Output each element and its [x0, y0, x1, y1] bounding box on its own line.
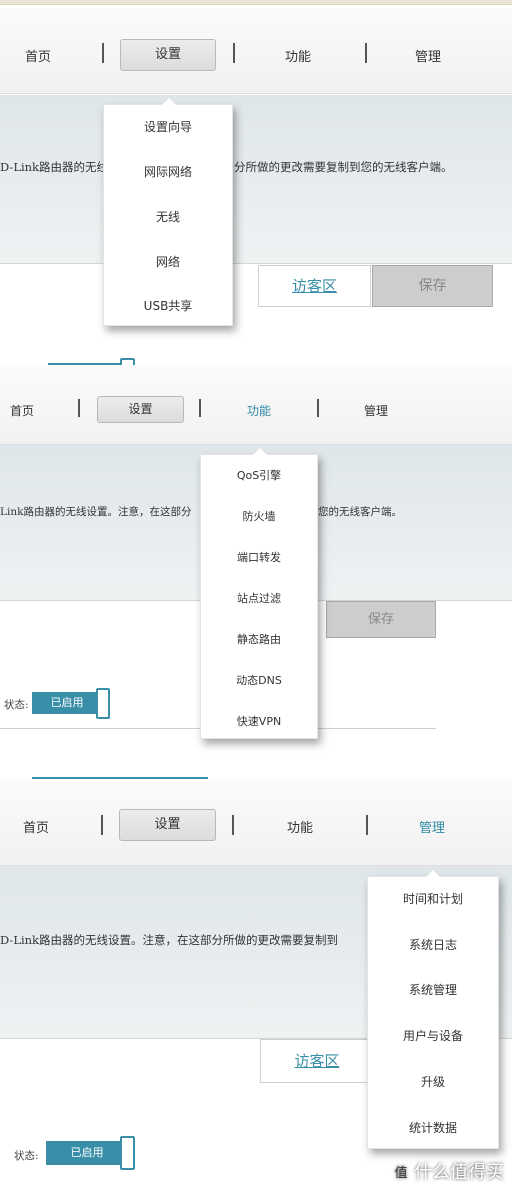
- watermark-logo-icon: 值: [392, 1165, 410, 1183]
- nav-separator: [78, 399, 80, 417]
- intro-text: Link路由器的无线设置。注意，在这部分: [0, 506, 192, 518]
- nav-home[interactable]: 首页: [0, 402, 44, 419]
- intro-text-continued: 您的无线客户端。: [318, 506, 402, 518]
- nav-separator: [366, 815, 368, 835]
- nav-separator: [101, 815, 103, 835]
- nav-features[interactable]: 功能: [266, 46, 330, 65]
- menu-item-upgrade[interactable]: 升级: [368, 1073, 498, 1090]
- nav-home[interactable]: 首页: [8, 46, 68, 65]
- site-watermark: 值什么值得买: [392, 1158, 504, 1184]
- menu-item-firewall[interactable]: 防火墙: [201, 508, 317, 524]
- input-underline: [32, 777, 208, 779]
- status-label: 状态:: [14, 1150, 39, 1162]
- menu-item-statistics[interactable]: 统计数据: [368, 1119, 498, 1136]
- nav-bar: 首页 设置 功能 管理: [0, 8, 512, 94]
- intro-text: D-Link路由器的无线设置。注意，在这部分所做的更改需要复制到: [0, 933, 339, 947]
- panel-settings-menu: 首页 设置 功能 管理 D-Link路由器的无线 分所做的更改需要复制到您的无线…: [0, 0, 512, 365]
- guest-zone-button[interactable]: 访客区: [260, 1039, 374, 1083]
- nav-separator: [232, 815, 234, 835]
- toggle-knob[interactable]: [120, 1136, 135, 1170]
- nav-bar: 首页 设置 功能 管理: [0, 365, 512, 445]
- intro-text-continued: 分所做的更改需要复制到您的无线客户端。: [234, 160, 453, 174]
- settings-dropdown-menu: 设置向导 网际网络 无线 网络 USB共享: [103, 98, 233, 326]
- status-label: 状态:: [4, 699, 29, 711]
- nav-separator: [102, 43, 104, 63]
- nav-separator: [365, 43, 367, 63]
- dropdown-caret: [426, 870, 440, 877]
- intro-text: D-Link路由器的无线: [0, 160, 109, 174]
- nav-management[interactable]: 管理: [396, 46, 460, 65]
- nav-settings-button[interactable]: 设置: [97, 396, 184, 423]
- menu-item-users-devices[interactable]: 用户与设备: [368, 1027, 498, 1044]
- menu-item-setup-wizard[interactable]: 设置向导: [104, 118, 232, 135]
- menu-item-port-forwarding[interactable]: 端口转发: [201, 549, 317, 565]
- menu-item-website-filter[interactable]: 站点过滤: [201, 590, 317, 606]
- dropdown-caret: [253, 448, 267, 455]
- nav-separator: [199, 399, 201, 417]
- menu-item-quick-vpn[interactable]: 快速VPN: [201, 713, 317, 729]
- menu-item-static-route[interactable]: 静态路由: [201, 631, 317, 647]
- panel-features-menu: 首页 设置 功能 管理 Link路由器的无线设置。注意，在这部分 您的无线客户端…: [0, 365, 512, 780]
- nav-home[interactable]: 首页: [6, 817, 66, 836]
- menu-item-dynamic-dns[interactable]: 动态DNS: [201, 672, 317, 688]
- status-toggle[interactable]: 已启用: [46, 1141, 128, 1165]
- nav-separator: [233, 43, 235, 63]
- management-dropdown-menu: 时间和计划 系统日志 系统管理 用户与设备 升级 统计数据: [367, 870, 499, 1149]
- nav-separator: [317, 399, 319, 417]
- dropdown-caret: [162, 98, 176, 105]
- nav-settings-button[interactable]: 设置: [120, 39, 216, 71]
- nav-management[interactable]: 管理: [400, 817, 464, 836]
- status-toggle[interactable]: 已启用: [32, 692, 102, 714]
- menu-item-wireless[interactable]: 无线: [104, 208, 232, 225]
- nav-bar: 首页 设置 功能 管理: [0, 780, 512, 866]
- menu-item-usb-sharing[interactable]: USB共享: [104, 297, 232, 314]
- nav-features[interactable]: 功能: [268, 817, 332, 836]
- panel-management-menu: 首页 设置 功能 管理 D-Link路由器的无线设置。注意，在这部分所做的更改需…: [0, 780, 512, 1196]
- save-button[interactable]: 保存: [372, 265, 493, 307]
- features-dropdown-menu: QoS引擎 防火墙 端口转发 站点过滤 静态路由 动态DNS 快速VPN: [200, 448, 318, 739]
- menu-item-network[interactable]: 网络: [104, 253, 232, 270]
- content-area: D-Link路由器的无线 分所做的更改需要复制到您的无线客户端。: [0, 95, 512, 263]
- menu-item-system-log[interactable]: 系统日志: [368, 936, 498, 953]
- nav-features[interactable]: 功能: [229, 402, 289, 419]
- guest-zone-button[interactable]: 访客区: [258, 265, 371, 307]
- menu-item-internet[interactable]: 网际网络: [104, 163, 232, 180]
- toggle-knob[interactable]: [96, 688, 110, 719]
- menu-item-time-schedule[interactable]: 时间和计划: [368, 890, 498, 907]
- watermark-text: 什么值得买: [414, 1162, 504, 1183]
- action-bar: 访客区 保存: [0, 263, 512, 365]
- top-border: [0, 0, 512, 5]
- slider-handle[interactable]: [120, 358, 135, 365]
- nav-settings-button[interactable]: 设置: [119, 809, 216, 841]
- nav-management[interactable]: 管理: [346, 402, 406, 419]
- menu-item-system-admin[interactable]: 系统管理: [368, 981, 498, 998]
- menu-item-qos-engine[interactable]: QoS引擎: [201, 467, 317, 483]
- save-button[interactable]: 保存: [326, 601, 436, 638]
